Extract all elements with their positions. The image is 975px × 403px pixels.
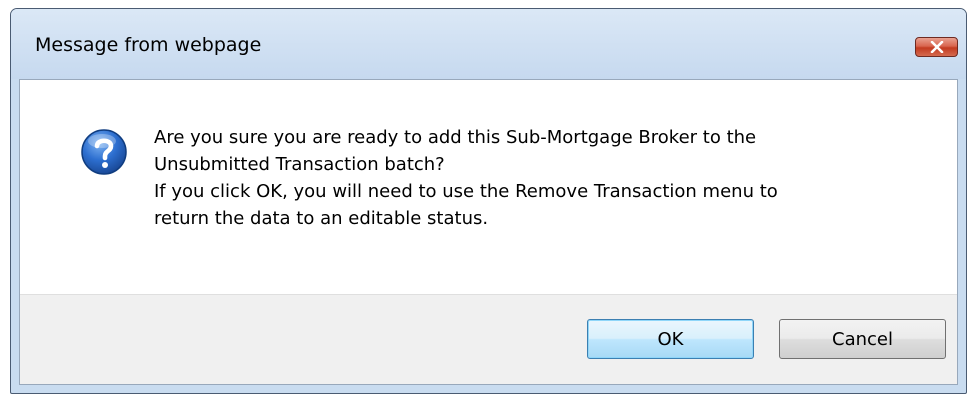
title-bar[interactable]: Message from webpage — [11, 9, 966, 79]
message-area: Are you sure you are ready to add this S… — [20, 80, 957, 297]
cancel-button[interactable]: Cancel — [779, 319, 946, 359]
close-icon — [930, 41, 944, 53]
message-line: Unsubmitted Transaction batch? — [154, 154, 445, 175]
message-line: If you click OK, you will need to use th… — [154, 181, 778, 202]
close-button[interactable] — [915, 37, 958, 57]
ok-button[interactable]: OK — [587, 319, 754, 359]
question-icon — [81, 129, 127, 175]
message-text: Are you sure you are ready to add this S… — [154, 124, 914, 232]
button-bar: OK Cancel — [20, 294, 957, 384]
message-line: return the data to an editable status. — [154, 208, 489, 229]
dialog-title: Message from webpage — [35, 34, 262, 56]
dialog-window: Message from webpage Are you sure you ar… — [10, 8, 967, 394]
dialog-body: Are you sure you are ready to add this S… — [19, 79, 958, 385]
message-line: Are you sure you are ready to add this S… — [154, 127, 757, 148]
